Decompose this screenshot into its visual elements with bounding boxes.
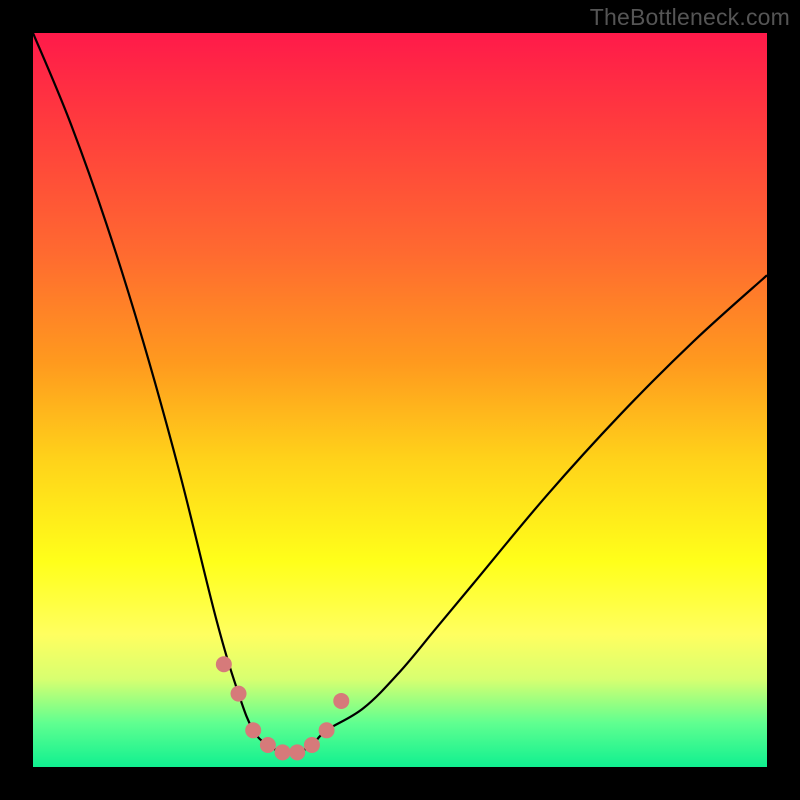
marker-dot [231, 686, 247, 702]
highlight-markers [216, 656, 349, 760]
plot-area [33, 33, 767, 767]
marker-dot [333, 693, 349, 709]
marker-dot [245, 722, 261, 738]
watermark-text: TheBottleneck.com [590, 4, 790, 31]
curve-layer [33, 33, 767, 767]
marker-dot [275, 744, 291, 760]
marker-dot [319, 722, 335, 738]
marker-dot [304, 737, 320, 753]
marker-dot [216, 656, 232, 672]
chart-frame: TheBottleneck.com [0, 0, 800, 800]
bottleneck-curve [33, 33, 767, 753]
marker-dot [289, 744, 305, 760]
marker-dot [260, 737, 276, 753]
